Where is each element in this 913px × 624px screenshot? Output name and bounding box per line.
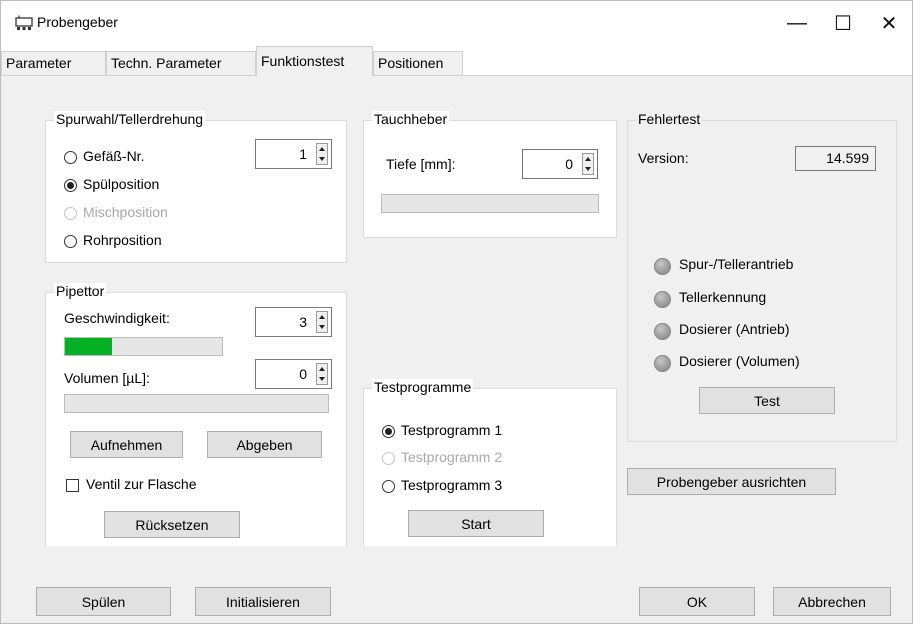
radio-testprogramm-3[interactable] <box>382 480 395 493</box>
speed-value: 3 <box>299 314 307 330</box>
spin-arrows-icon[interactable] <box>316 143 328 165</box>
radio-rohrposition[interactable] <box>64 235 77 248</box>
radio-gefaess-label: Gefäß-Nr. <box>83 148 145 164</box>
dialog-footer: Spülen Initialisieren OK Abbrechen <box>1 546 912 623</box>
volume-value: 0 <box>299 366 307 382</box>
volume-spinner[interactable]: 0 <box>255 359 332 389</box>
indicator-teller-label: Tellerkennung <box>679 289 767 305</box>
test-button[interactable]: Test <box>699 387 835 414</box>
spuelen-button[interactable]: Spülen <box>36 587 171 616</box>
radio-testprogramm-2 <box>382 452 395 465</box>
tab-positionen[interactable]: Positionen <box>373 51 463 75</box>
indicator-led-icon <box>654 323 671 340</box>
depth-spinner[interactable]: 0 <box>522 149 598 179</box>
maximize-icon: ☐ <box>834 12 852 35</box>
aufnehmen-button[interactable]: Aufnehmen <box>70 431 183 458</box>
ventil-checkbox[interactable] <box>66 479 79 492</box>
window-title: Probengeber <box>37 14 118 30</box>
speed-label: Geschwindigkeit: <box>64 310 170 326</box>
version-label: Version: <box>638 150 689 166</box>
volume-progress-bar <box>64 394 329 413</box>
vessel-number-value: 1 <box>299 146 307 162</box>
close-button[interactable]: ✕ <box>866 1 912 45</box>
radio-mischposition-label: Mischposition <box>83 204 168 220</box>
spurwahl-group: Spurwahl/Tellerdrehung Gefäß-Nr. 1 Spülp… <box>45 111 347 263</box>
speed-progress-bar <box>64 337 223 356</box>
maximize-button[interactable]: ☐ <box>820 1 866 45</box>
pipettor-group: Pipettor Geschwindigkeit: 3 Volumen [µL]… <box>45 283 347 553</box>
indicator-led-icon <box>654 258 671 275</box>
minimize-button[interactable]: — <box>774 1 820 45</box>
initialisieren-button[interactable]: Initialisieren <box>195 587 331 616</box>
indicator-spur-label: Spur-/Tellerantrieb <box>679 256 794 272</box>
abgeben-button[interactable]: Abgeben <box>207 431 322 458</box>
tab-techn-parameter[interactable]: Techn. Parameter <box>106 51 256 75</box>
radio-mischposition <box>64 207 77 220</box>
testprogramme-title: Testprogramme <box>372 379 474 395</box>
tauchheber-title: Tauchheber <box>372 111 450 127</box>
ventil-label: Ventil zur Flasche <box>86 476 197 492</box>
tauchheber-group: Tauchheber Tiefe [mm]: 0 <box>363 111 617 238</box>
depth-value: 0 <box>565 156 573 172</box>
testprogramme-group: Testprogramme Testprogramm 1 Testprogram… <box>363 379 617 553</box>
start-button[interactable]: Start <box>408 510 544 537</box>
sampler-app-icon <box>15 15 33 30</box>
dialog-window: Probengeber — ☐ ✕ Parameter Techn. Param… <box>0 0 913 624</box>
fehlertest-group: Fehlertest Version: 14.599 Spur-/Tellera… <box>627 111 897 442</box>
radio-rohrposition-label: Rohrposition <box>83 232 162 248</box>
vessel-number-spinner[interactable]: 1 <box>255 139 332 169</box>
spin-arrows-icon[interactable] <box>316 363 328 385</box>
abbrechen-button[interactable]: Abbrechen <box>773 587 891 616</box>
radio-gefaess[interactable] <box>64 151 77 164</box>
spurwahl-title: Spurwahl/Tellerdrehung <box>54 111 206 127</box>
radio-testprogramm-1[interactable] <box>382 425 395 438</box>
indicator-dosierer-antrieb-label: Dosierer (Antrieb) <box>679 321 790 337</box>
radio-testprogramm-1-label: Testprogramm 1 <box>401 422 503 438</box>
indicator-dosierer-volumen-label: Dosierer (Volumen) <box>679 353 800 369</box>
radio-spuelposition-label: Spülposition <box>83 176 160 192</box>
speed-progress-fill <box>65 338 113 355</box>
speed-spinner[interactable]: 3 <box>255 307 332 337</box>
tab-funktionstest[interactable]: Funktionstest <box>256 46 373 76</box>
spin-arrows-icon[interactable] <box>316 311 328 333</box>
radio-testprogramm-2-label: Testprogramm 2 <box>401 449 503 465</box>
volume-label: Volumen [µL]: <box>64 370 150 386</box>
pipettor-title: Pipettor <box>54 283 107 299</box>
close-icon: ✕ <box>880 12 898 35</box>
depth-label: Tiefe [mm]: <box>386 156 456 172</box>
fehlertest-title: Fehlertest <box>636 111 703 127</box>
radio-testprogramm-3-label: Testprogramm 3 <box>401 477 503 493</box>
version-value: 14.599 <box>795 146 876 171</box>
spin-arrows-icon[interactable] <box>582 153 594 175</box>
ruecksetzen-button[interactable]: Rücksetzen <box>104 511 240 538</box>
title-bar: Probengeber — ☐ ✕ <box>1 1 912 45</box>
indicator-led-icon <box>654 291 671 308</box>
radio-spuelposition[interactable] <box>64 179 77 192</box>
ok-button[interactable]: OK <box>639 587 755 616</box>
minimize-icon: — <box>787 11 807 34</box>
indicator-led-icon <box>654 355 671 372</box>
depth-progress-bar <box>381 194 599 213</box>
tab-parameter[interactable]: Parameter <box>1 51 106 75</box>
funktionstest-panel: Spurwahl/Tellerdrehung Gefäß-Nr. 1 Spülp… <box>1 76 912 553</box>
probengeber-ausrichten-button[interactable]: Probengeber ausrichten <box>627 468 836 495</box>
